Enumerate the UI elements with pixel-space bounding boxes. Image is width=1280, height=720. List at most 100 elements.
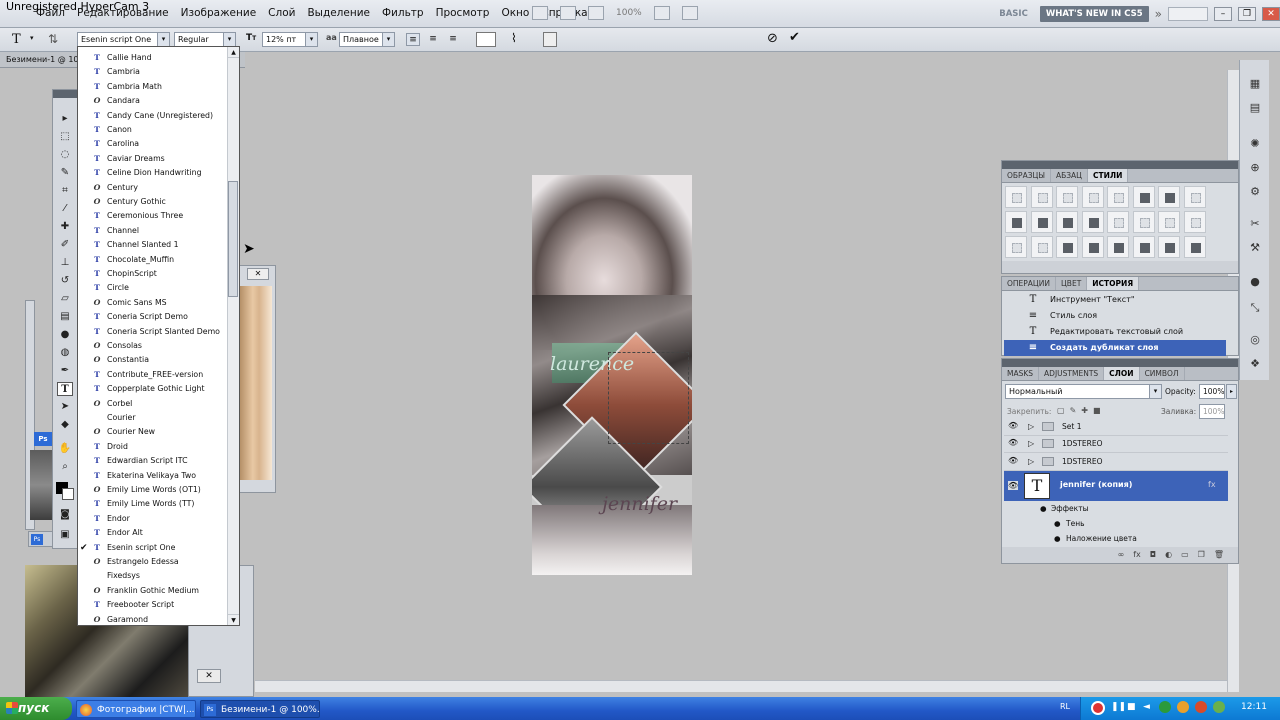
cancel-edit-icon[interactable]: ⊘ <box>767 31 778 46</box>
tab-character[interactable]: СИМВОЛ <box>1140 367 1185 380</box>
fill-input[interactable]: 100% <box>1199 404 1225 419</box>
new-group-icon[interactable]: ▭ <box>1181 547 1189 563</box>
align-right-icon[interactable]: ≡ <box>446 33 460 46</box>
screen-mode-icon[interactable] <box>681 6 698 20</box>
font-size-select[interactable]: 12% пт ▾ <box>262 32 318 47</box>
font-list-item[interactable]: O Century <box>78 181 226 195</box>
style-swatch[interactable] <box>1132 186 1155 208</box>
history-brush-tool-icon[interactable]: ↺ <box>57 274 73 288</box>
align-left-icon[interactable]: ≡ <box>406 33 420 46</box>
gradient-tool-icon[interactable]: ▤ <box>57 310 73 324</box>
effects-eye-icon[interactable]: ● <box>1040 501 1047 516</box>
clone-source-dock-icon[interactable]: ⊕ <box>1247 160 1263 176</box>
font-list-item[interactable]: O Century Gothic <box>78 195 226 209</box>
opacity-arrow-icon[interactable]: ▸ <box>1226 384 1237 399</box>
style-swatch[interactable] <box>1030 186 1053 208</box>
link-layers-icon[interactable]: ∞ <box>1118 547 1125 563</box>
text-color-swatch[interactable] <box>476 32 496 47</box>
tab-adjustments[interactable]: ADJUSTMENTS <box>1039 367 1105 380</box>
font-list-item[interactable]: T Cambria <box>78 65 226 79</box>
tab-swatches[interactable]: ОБРАЗЦЫ <box>1002 169 1051 182</box>
lock-transparency-icon[interactable]: ▢ <box>1057 406 1065 415</box>
dodge-tool-icon[interactable]: ◍ <box>57 346 73 360</box>
add-style-icon[interactable]: fx <box>1133 547 1141 563</box>
expand-triangle-icon[interactable]: ▷ <box>1028 453 1034 471</box>
restore-button[interactable]: ❐ <box>1238 7 1256 21</box>
layer-visibility-eye-icon[interactable]: 👁 <box>1008 457 1018 465</box>
layer-visibility-eye-icon[interactable]: 👁 <box>1008 439 1018 447</box>
effect-row[interactable]: ● Тень <box>1004 516 1228 531</box>
taskbar-item-browser[interactable]: Фотографии |CTW|... <box>76 700 196 718</box>
tab-color[interactable]: ЦВЕТ <box>1056 277 1088 290</box>
brush-dock-icon[interactable]: ✺ <box>1247 136 1263 152</box>
pen-tool-icon[interactable]: ✒ <box>57 364 73 378</box>
adjustment-layer-icon[interactable]: ◐ <box>1165 547 1172 563</box>
style-swatch[interactable] <box>1132 236 1155 258</box>
style-swatch[interactable] <box>1158 211 1180 233</box>
navigator-dock-icon[interactable]: ▤ <box>1247 100 1263 116</box>
menu-select[interactable]: Выделение <box>301 7 376 19</box>
view-extras-icon[interactable] <box>588 6 604 20</box>
antivirus-tray-icon[interactable] <box>1195 701 1207 713</box>
style-swatch[interactable] <box>1081 236 1104 258</box>
font-style-select[interactable]: Regular ▾ <box>174 32 236 47</box>
font-list-item[interactable]: O Estrangelo Edessa <box>78 555 226 569</box>
style-swatch[interactable] <box>1132 211 1155 233</box>
menu-image[interactable]: Изображение <box>175 7 263 19</box>
style-swatch[interactable] <box>1107 211 1129 233</box>
effect-eye-icon[interactable]: ● <box>1054 516 1061 531</box>
layer-row[interactable]: 👁 ▷ Set 1 <box>1004 418 1228 436</box>
style-swatch[interactable] <box>1158 236 1180 258</box>
quick-mask-icon[interactable]: ◙ <box>57 508 73 522</box>
tab-paragraph[interactable]: АБЗАЦ <box>1051 169 1088 182</box>
update-tray-icon[interactable] <box>1159 701 1171 713</box>
history-item[interactable]: T Редактировать текстовый слой <box>1004 324 1226 340</box>
font-list-item[interactable]: O Constantia <box>78 353 226 367</box>
font-family-select[interactable]: Esenin script One ▾ <box>77 32 170 47</box>
antialias-select[interactable]: Плавное ▾ <box>339 32 395 47</box>
lasso-tool-icon[interactable]: ◌ <box>57 148 73 162</box>
style-swatch[interactable] <box>1081 211 1104 233</box>
close-button[interactable]: ✕ <box>1262 7 1280 21</box>
transform-dock-icon[interactable]: ⤡ <box>1247 300 1263 316</box>
type-tool-preset-icon[interactable]: T <box>12 32 21 47</box>
lock-all-icon[interactable]: ■ <box>1093 406 1101 415</box>
brush-tool-icon[interactable]: ✐ <box>57 238 73 252</box>
font-list-item[interactable]: T Canon <box>78 123 226 137</box>
font-list-item[interactable]: T Copperplate Gothic Light <box>78 382 226 396</box>
lock-position-icon[interactable]: ✚ <box>1081 406 1088 415</box>
add-mask-icon[interactable]: ◘ <box>1150 547 1156 563</box>
delete-layer-icon[interactable]: 🗑 <box>1214 547 1224 563</box>
app-tray-icon[interactable] <box>1213 701 1225 713</box>
selection-bounding-box[interactable] <box>608 352 689 444</box>
style-swatch[interactable] <box>1056 186 1078 208</box>
history-dock-icon[interactable]: ▦ <box>1247 76 1263 92</box>
adjust-dock-icon[interactable]: ⚒ <box>1247 240 1263 256</box>
font-list-item[interactable]: T Ceremonious Three <box>78 209 226 223</box>
path-selection-tool-icon[interactable]: ➤ <box>57 400 73 414</box>
font-list-item[interactable]: T Callie Hand <box>78 51 226 65</box>
stop-tray-icon[interactable]: ■ <box>1127 702 1136 712</box>
shape-tool-icon[interactable]: ◆ <box>57 418 73 432</box>
font-list-item[interactable]: T Caviar Dreams <box>78 152 226 166</box>
expand-triangle-icon[interactable]: ▷ <box>1028 435 1034 453</box>
arrange-documents-icon[interactable] <box>653 6 670 20</box>
commit-edit-icon[interactable]: ✔ <box>789 30 800 45</box>
font-list-item[interactable]: T Carolina <box>78 137 226 151</box>
record-tray-icon[interactable] <box>1091 701 1105 715</box>
channels-dock-icon[interactable]: ❖ <box>1247 356 1263 372</box>
style-swatch[interactable] <box>1158 186 1180 208</box>
screen-mode-tool-icon[interactable]: ▣ <box>57 528 73 542</box>
effect-row[interactable]: ● Наложение цвета <box>1004 531 1228 546</box>
font-list-item[interactable]: T Edwardian Script ITC <box>78 454 226 468</box>
style-swatch[interactable] <box>1030 211 1053 233</box>
font-list-item[interactable]: T Coneria Script Slanted Demo <box>78 325 226 339</box>
font-list-item[interactable]: T Chocolate_Muffin <box>78 253 226 267</box>
cs-live-field[interactable] <box>1168 7 1208 21</box>
minimize-button[interactable]: – <box>1214 7 1232 21</box>
font-list-item[interactable]: O Garamond <box>78 613 226 627</box>
style-swatch[interactable] <box>1081 186 1104 208</box>
font-list-item[interactable]: T Emily Lime Words (TT) <box>78 497 226 511</box>
eyedropper-tool-icon[interactable]: ⁄ <box>57 202 73 216</box>
style-swatch[interactable] <box>1005 186 1027 208</box>
